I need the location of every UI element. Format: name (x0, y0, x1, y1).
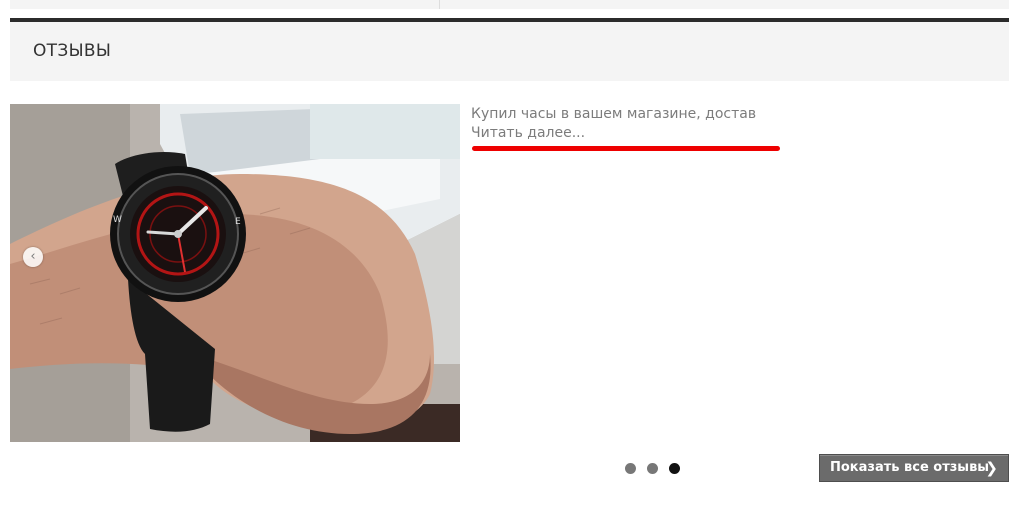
review-photo: W E ‹ (10, 104, 460, 442)
carousel-dot-1[interactable] (625, 463, 636, 474)
reviews-header: ОТЗЫВЫ (10, 18, 1009, 81)
top-strip (10, 0, 1009, 9)
carousel-dot-2[interactable] (647, 463, 658, 474)
top-strip-divider (439, 0, 440, 9)
review-excerpt: Купил часы в вашем магазине, достав (471, 106, 757, 122)
show-all-label: Показать все отзывы (830, 460, 990, 475)
carousel-prev-button[interactable]: ‹ (23, 247, 43, 267)
svg-text:W: W (113, 215, 122, 225)
read-more-link[interactable]: Читать далее... (471, 124, 585, 143)
carousel-dot-3[interactable] (669, 463, 680, 474)
chevron-right-icon: ❯ (985, 459, 998, 477)
svg-text:E: E (235, 217, 241, 227)
wristwatch-photo-image: W E (10, 104, 460, 442)
section-title: ОТЗЫВЫ (33, 41, 112, 61)
show-all-reviews-button[interactable]: Показать все отзывы ❯ (819, 454, 1009, 482)
chevron-left-icon: ‹ (30, 249, 36, 264)
highlight-underline (472, 146, 780, 151)
